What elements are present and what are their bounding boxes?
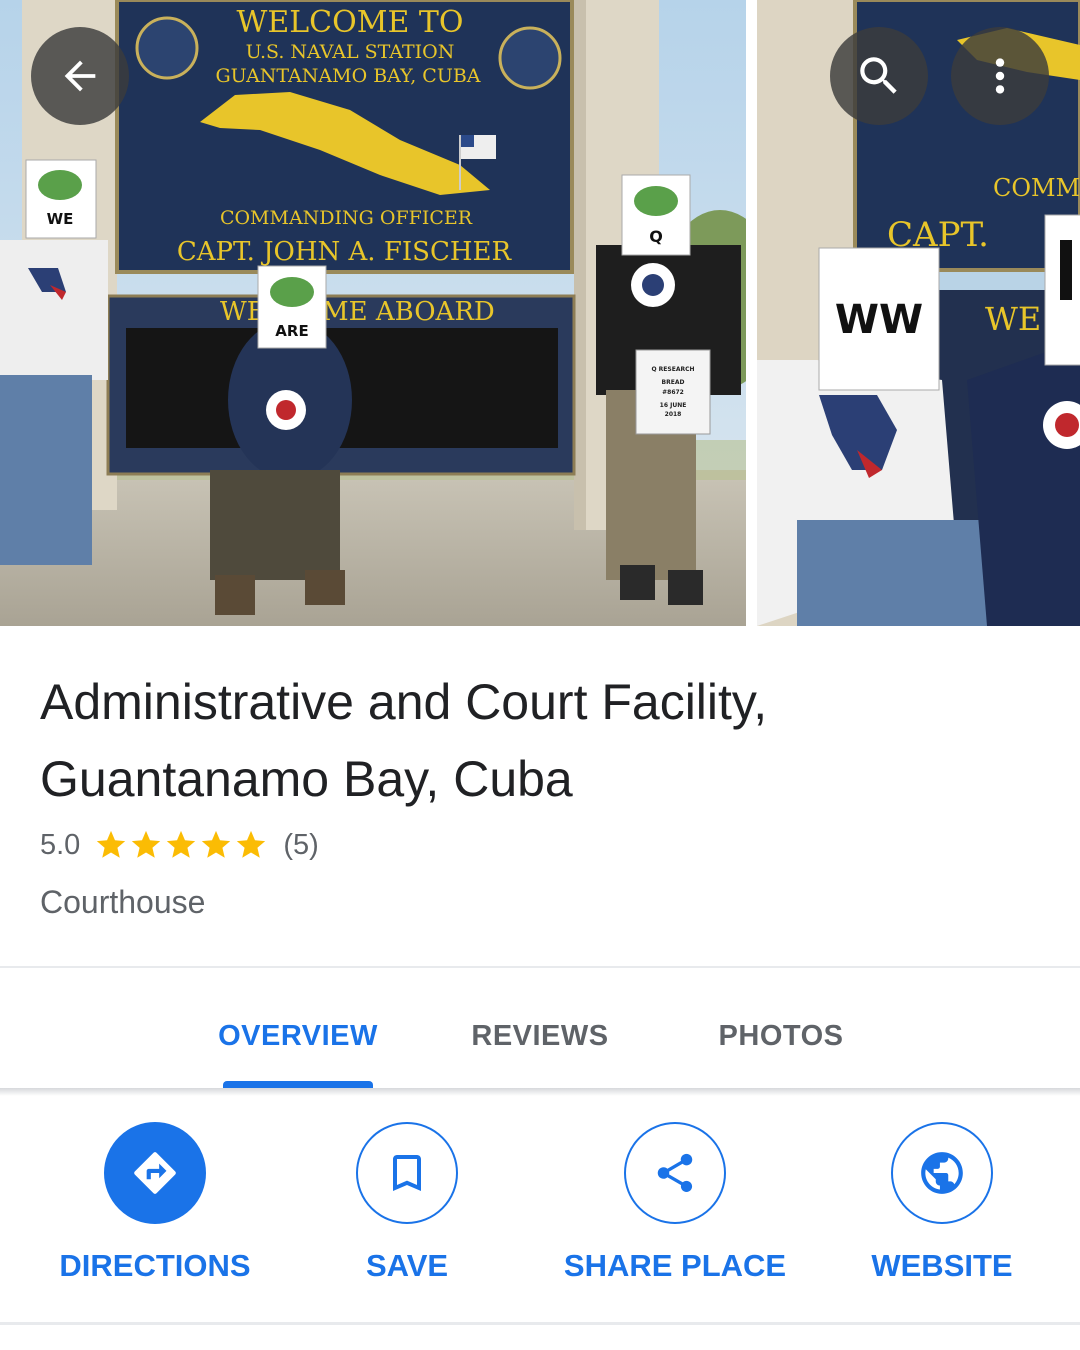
rating-value: 5.0 <box>40 828 81 861</box>
place-title-line-1: Administrative and Court Facility, <box>40 674 768 730</box>
held-sign-we: WE <box>47 210 74 228</box>
held-sign-q: Q <box>649 227 663 246</box>
star-icon <box>202 830 231 858</box>
website-icon-circle[interactable] <box>891 1122 993 1224</box>
star-icon <box>132 830 161 858</box>
tab-bar-shadow <box>0 1088 1080 1096</box>
more-vert-icon <box>995 58 1005 94</box>
tab-overview[interactable]: OVERVIEW <box>218 1020 378 1053</box>
board-text-right: ME ABOARD <box>322 297 495 327</box>
side-sign-text-1: COMM <box>993 174 1080 202</box>
active-tab-indicator <box>223 1081 373 1088</box>
star-icon <box>167 830 196 858</box>
share-place-label: SHARE PLACE <box>563 1248 787 1283</box>
review-count: (5) <box>283 828 319 861</box>
save-icon-circle[interactable] <box>356 1122 458 1224</box>
rating-stars <box>94 828 269 862</box>
held-sign-ww: WW <box>835 297 923 343</box>
directions-icon-circle[interactable] <box>104 1122 206 1224</box>
place-title: Administrative and Court Facility, Guant… <box>40 664 1040 818</box>
website-label: WEBSITE <box>871 1248 1013 1283</box>
sign-text-station: U.S. NAVAL STATION <box>246 41 455 63</box>
paper-line-1: Q RESEARCH <box>651 366 694 373</box>
tab-bar: OVERVIEW REVIEWS PHOTOS <box>0 968 1080 1088</box>
tab-reviews[interactable]: REVIEWS <box>471 1020 608 1053</box>
share-icon <box>657 1153 693 1193</box>
more-options-button[interactable] <box>951 27 1049 125</box>
paper-line-2: BREAD <box>662 379 685 386</box>
rating-row[interactable]: 5.0 (5) <box>40 822 319 868</box>
side-sign-text-3: WE <box>985 300 1041 338</box>
sign-text-location: GUANTANAMO BAY, CUBA <box>215 65 480 87</box>
paper-line-4: 16 JUNE <box>660 402 687 409</box>
save-button[interactable]: SAVE <box>297 1122 517 1284</box>
search-button[interactable] <box>830 27 928 125</box>
star-icon <box>237 830 266 858</box>
save-label: SAVE <box>365 1248 449 1283</box>
sign-text-captain: CAPT. JOHN A. FISCHER <box>177 237 513 267</box>
sign-text-commanding: COMMANDING OFFICER <box>220 207 473 229</box>
divider <box>0 1322 1080 1325</box>
directions-icon <box>134 1152 176 1194</box>
place-title-line-2: Guantanamo Bay, Cuba <box>40 751 573 807</box>
place-category: Courthouse <box>40 884 206 920</box>
globe-icon <box>921 1152 963 1194</box>
tab-photos[interactable]: PHOTOS <box>719 1020 844 1053</box>
back-button[interactable] <box>31 27 129 125</box>
paper-line-5: 2018 <box>665 411 682 418</box>
star-icon <box>97 830 126 858</box>
search-icon <box>860 57 897 94</box>
share-place-button[interactable]: SHARE PLACE <box>563 1122 787 1284</box>
website-button[interactable]: WEBSITE <box>832 1122 1052 1284</box>
share-icon-circle[interactable] <box>624 1122 726 1224</box>
photo-carousel[interactable]: WELCOME TO U.S. NAVAL STATION GUANTANAMO… <box>0 0 1080 626</box>
paper-line-3: #8672 <box>662 389 684 396</box>
directions-button[interactable]: DIRECTIONS <box>45 1122 265 1284</box>
sign-text-welcome: WELCOME TO <box>237 5 464 40</box>
bookmark-icon <box>393 1155 421 1191</box>
held-sign-are: ARE <box>275 322 308 340</box>
arrow-back-icon <box>64 60 96 92</box>
directions-label: DIRECTIONS <box>59 1248 251 1283</box>
